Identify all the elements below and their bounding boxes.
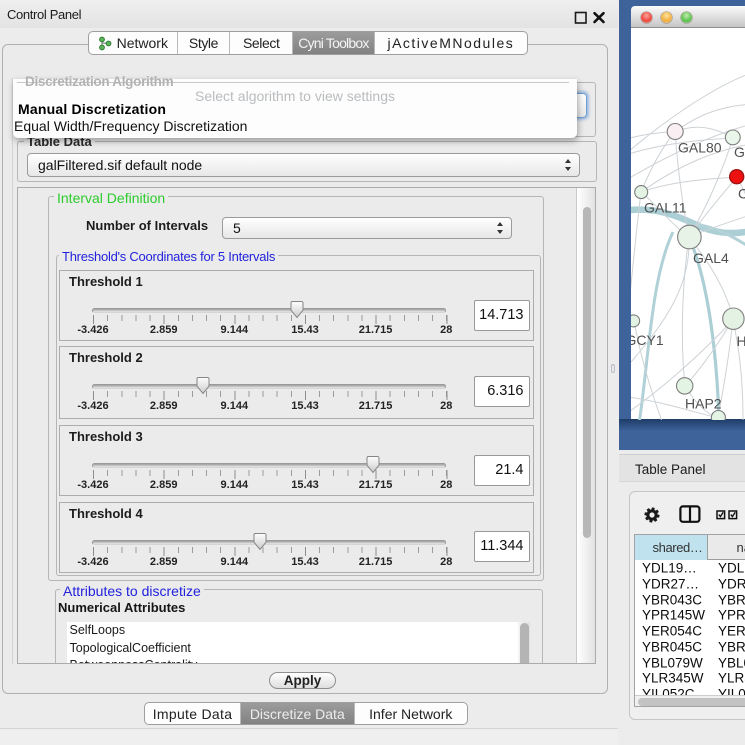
svg-text:GAL80: GAL80 — [678, 139, 722, 155]
svg-text:GCY1: GCY1 — [631, 332, 664, 348]
svg-text:HIS: HIS — [737, 333, 745, 349]
svg-text:HAP2: HAP2 — [685, 395, 722, 411]
svg-text:GAL3: GAL3 — [734, 144, 745, 160]
svg-text:GAL4: GAL4 — [693, 250, 729, 266]
svg-text:GAL11: GAL11 — [644, 199, 687, 215]
svg-text:C: C — [738, 185, 745, 201]
